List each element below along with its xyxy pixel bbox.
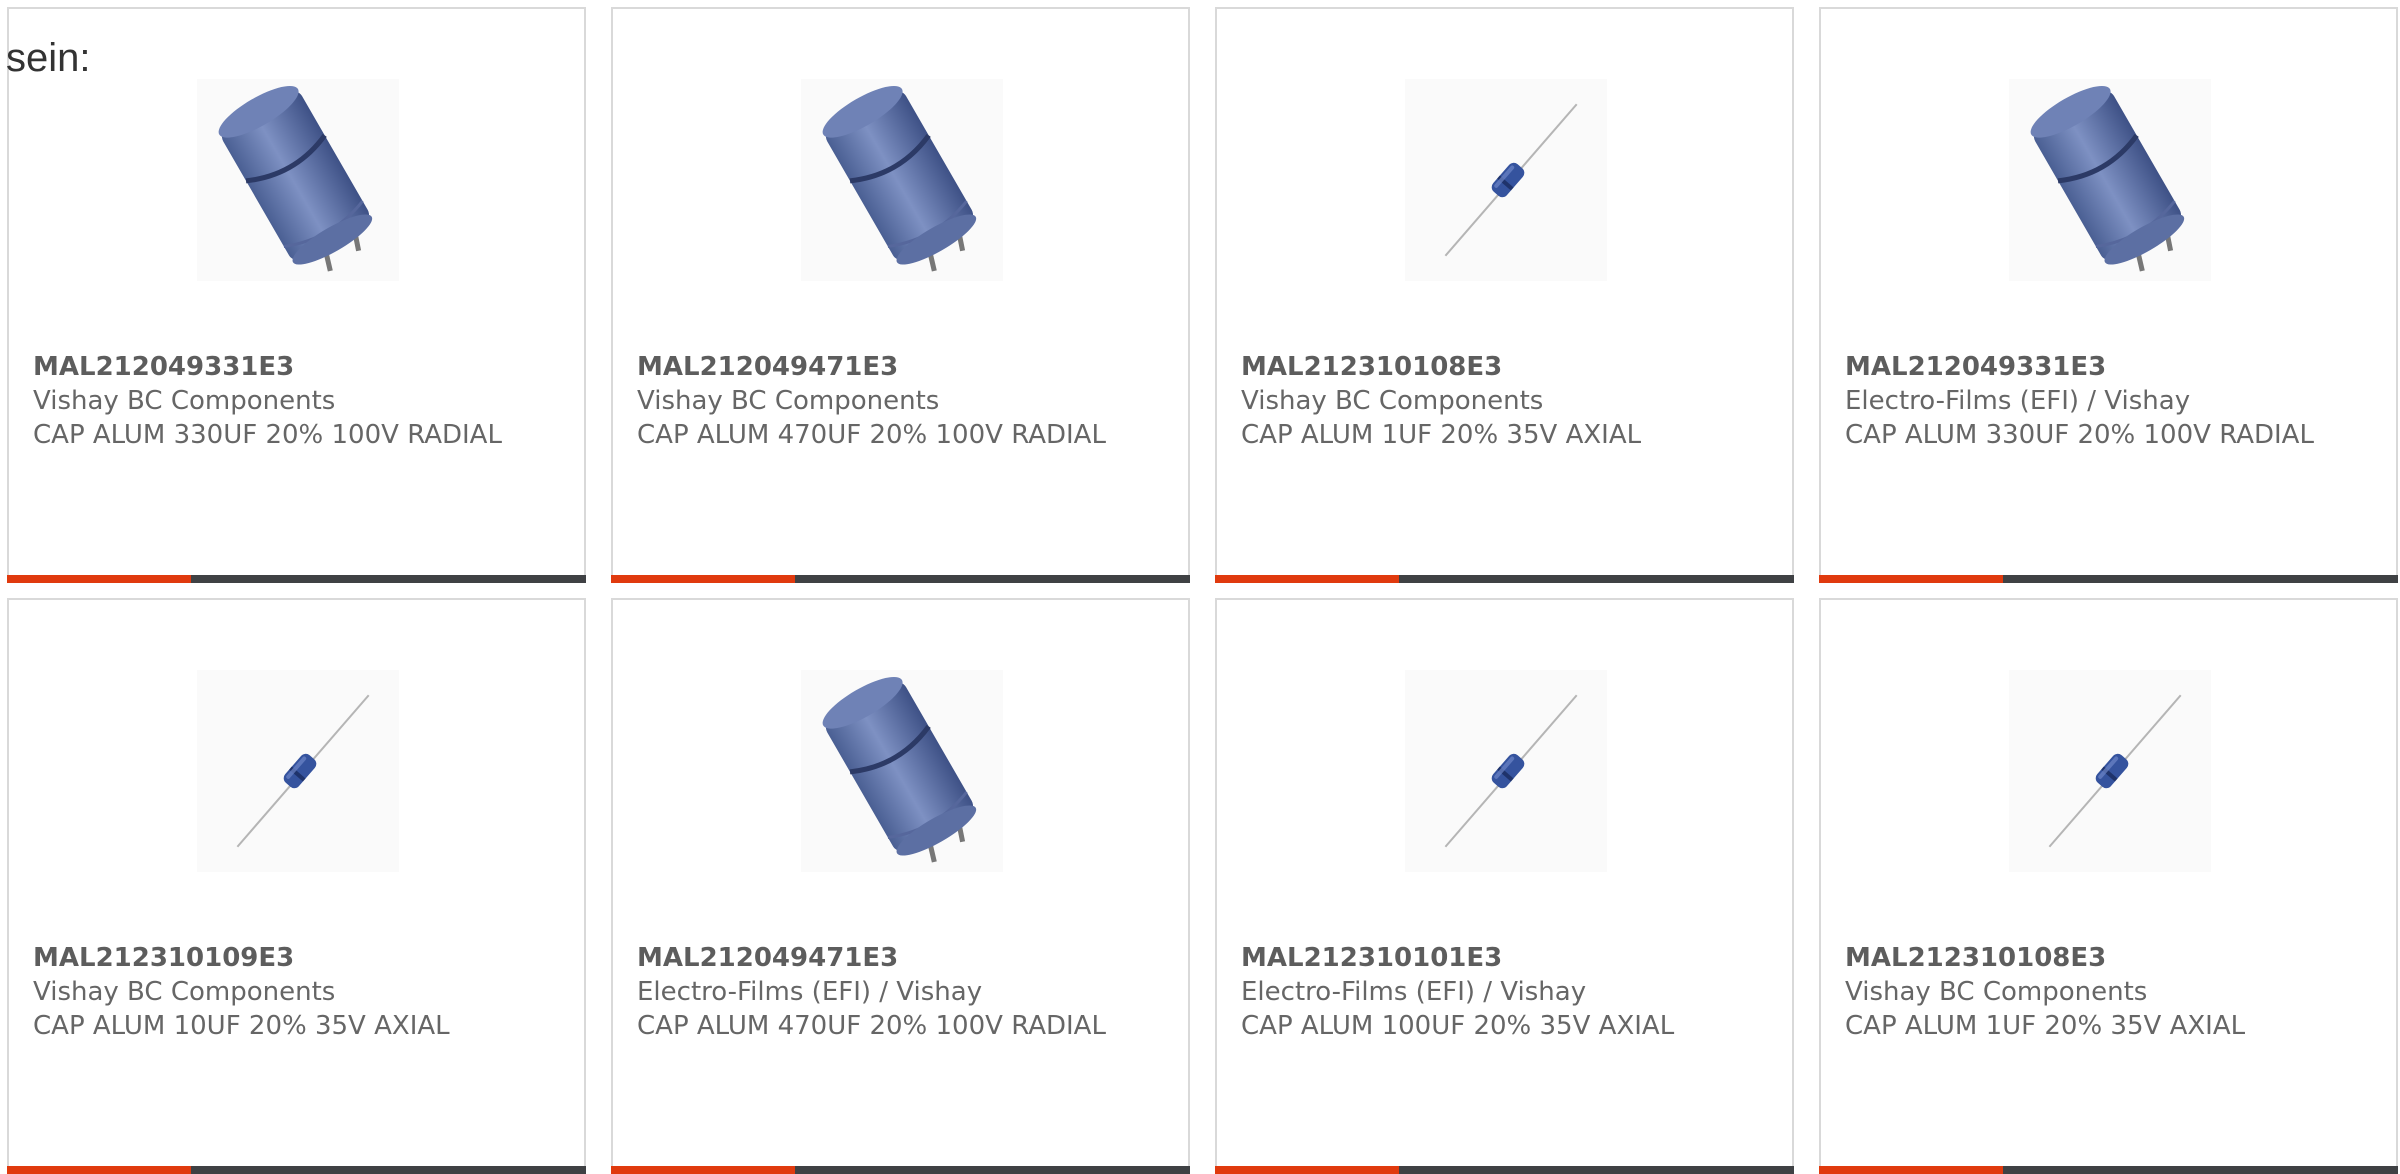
description: CAP ALUM 470UF 20% 100V RADIAL (637, 420, 1106, 450)
product-info: MAL212310109E3 Vishay BC Components CAP … (33, 941, 564, 1043)
product-info: MAL212049471E3 Vishay BC Components CAP … (637, 350, 1168, 452)
product-card[interactable]: MAL212049331E3 Electro-Films (EFI) / Vis… (1819, 7, 2398, 583)
description: CAP ALUM 330UF 20% 100V RADIAL (33, 420, 502, 450)
manufacturer: Vishay BC Components (33, 386, 336, 416)
product-card[interactable]: MAL212049331E3 Vishay BC Components CAP … (7, 7, 586, 583)
manufacturer: Electro-Films (EFI) / Vishay (1241, 977, 1587, 1007)
product-card[interactable]: MAL212049471E3 Vishay BC Components CAP … (611, 7, 1190, 583)
bar-accent (611, 575, 795, 583)
description: CAP ALUM 10UF 20% 35V AXIAL (33, 1011, 450, 1041)
bar-rest (1399, 1166, 1794, 1174)
card-bottom-bar (1819, 1166, 2398, 1174)
product-grid: MAL212049331E3 Vishay BC Components CAP … (7, 7, 2400, 1174)
description: CAP ALUM 470UF 20% 100V RADIAL (637, 1011, 1106, 1041)
axial-capacitor-icon (197, 670, 399, 872)
bar-accent (611, 1166, 795, 1174)
axial-capacitor-icon (1405, 79, 1607, 281)
description: CAP ALUM 1UF 20% 35V AXIAL (1845, 1011, 2246, 1041)
manufacturer: Vishay BC Components (1241, 386, 1544, 416)
part-number[interactable]: MAL212310108E3 (1241, 350, 1772, 384)
product-info: MAL212310101E3 Electro-Films (EFI) / Vis… (1241, 941, 1772, 1043)
bar-accent (7, 575, 191, 583)
product-card[interactable]: MAL212310109E3 Vishay BC Components CAP … (7, 598, 586, 1174)
product-info: MAL212049331E3 Electro-Films (EFI) / Vis… (1845, 350, 2376, 452)
radial-capacitor-icon (2009, 79, 2211, 281)
axial-capacitor-icon (2009, 670, 2211, 872)
card-bottom-bar (611, 575, 1190, 583)
part-number[interactable]: MAL212310101E3 (1241, 941, 1772, 975)
card-bottom-bar (1819, 575, 2398, 583)
part-number[interactable]: MAL212049331E3 (33, 350, 564, 384)
bar-rest (191, 575, 586, 583)
product-card[interactable]: MAL212310108E3 Vishay BC Components CAP … (1215, 7, 1794, 583)
radial-capacitor-icon (801, 670, 1003, 872)
product-card[interactable]: MAL212310101E3 Electro-Films (EFI) / Vis… (1215, 598, 1794, 1174)
bar-rest (1399, 575, 1794, 583)
bar-accent (1215, 575, 1399, 583)
card-bottom-bar (611, 1166, 1190, 1174)
description: CAP ALUM 100UF 20% 35V AXIAL (1241, 1011, 1675, 1041)
product-info: MAL212310108E3 Vishay BC Components CAP … (1241, 350, 1772, 452)
bar-rest (191, 1166, 586, 1174)
manufacturer: Vishay BC Components (33, 977, 336, 1007)
product-info: MAL212049331E3 Vishay BC Components CAP … (33, 350, 564, 452)
manufacturer: Electro-Films (EFI) / Vishay (1845, 386, 2191, 416)
part-number[interactable]: MAL212310109E3 (33, 941, 564, 975)
card-bottom-bar (1215, 1166, 1794, 1174)
bar-rest (2003, 575, 2398, 583)
bar-rest (795, 1166, 1190, 1174)
part-number[interactable]: MAL212049471E3 (637, 941, 1168, 975)
card-bottom-bar (1215, 575, 1794, 583)
radial-capacitor-icon (197, 79, 399, 281)
bar-accent (1819, 575, 2003, 583)
bar-accent (1819, 1166, 2003, 1174)
manufacturer: Vishay BC Components (1845, 977, 2148, 1007)
description: CAP ALUM 1UF 20% 35V AXIAL (1241, 420, 1642, 450)
intro-text: sein: (6, 36, 91, 80)
bar-accent (1215, 1166, 1399, 1174)
description: CAP ALUM 330UF 20% 100V RADIAL (1845, 420, 2314, 450)
product-info: MAL212310108E3 Vishay BC Components CAP … (1845, 941, 2376, 1043)
bar-accent (7, 1166, 191, 1174)
part-number[interactable]: MAL212049471E3 (637, 350, 1168, 384)
axial-capacitor-icon (1405, 670, 1607, 872)
card-bottom-bar (7, 575, 586, 583)
part-number[interactable]: MAL212049331E3 (1845, 350, 2376, 384)
product-card[interactable]: MAL212310108E3 Vishay BC Components CAP … (1819, 598, 2398, 1174)
bar-rest (795, 575, 1190, 583)
product-card[interactable]: MAL212049471E3 Electro-Films (EFI) / Vis… (611, 598, 1190, 1174)
radial-capacitor-icon (801, 79, 1003, 281)
product-info: MAL212049471E3 Electro-Films (EFI) / Vis… (637, 941, 1168, 1043)
part-number[interactable]: MAL212310108E3 (1845, 941, 2376, 975)
manufacturer: Vishay BC Components (637, 386, 940, 416)
manufacturer: Electro-Films (EFI) / Vishay (637, 977, 983, 1007)
card-bottom-bar (7, 1166, 586, 1174)
bar-rest (2003, 1166, 2398, 1174)
